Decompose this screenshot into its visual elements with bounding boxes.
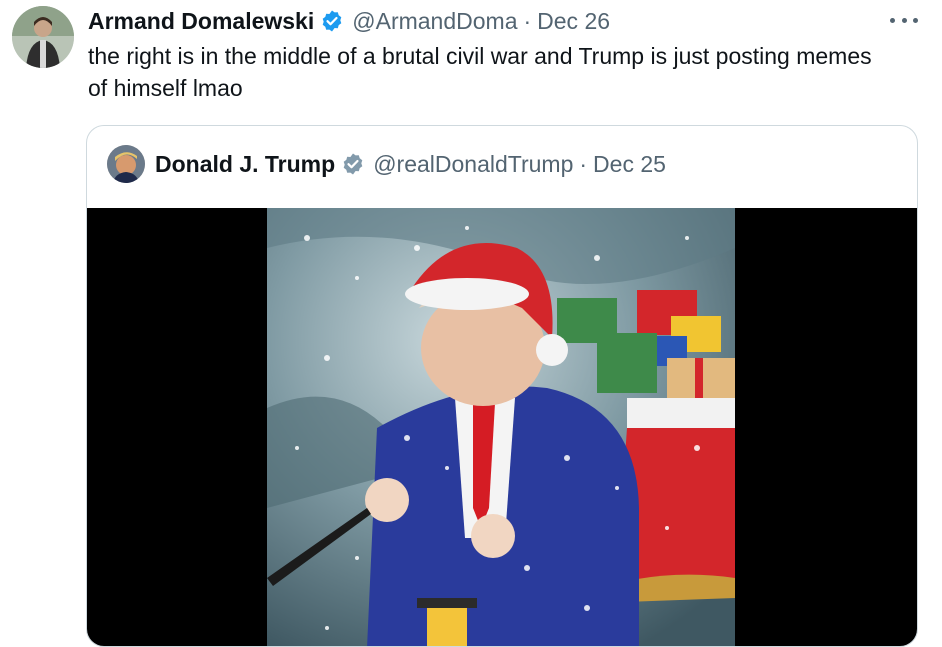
tweet-text: the right is in the middle of a brutal c… (88, 43, 872, 101)
separator-dot: · (523, 7, 532, 34)
quoted-tweet-date: Dec 25 (593, 150, 666, 177)
more-options-icon[interactable] (890, 10, 918, 30)
author-handle[interactable]: @ArmandDoma (352, 8, 517, 35)
more-dot-2 (901, 17, 907, 23)
tweet: Armand Domalewski @ArmandDoma · Dec 26 t… (0, 0, 942, 647)
author-avatar[interactable] (12, 6, 74, 68)
quoted-author-name: Donald J. Trump (155, 150, 336, 177)
more-dot-1 (890, 17, 895, 23)
tweet-date[interactable]: Dec 26 (537, 8, 610, 35)
video-frame (267, 208, 735, 646)
more-dot-3 (913, 17, 918, 23)
quoted-author-avatar (107, 145, 145, 183)
quoted-tweet[interactable]: Donald J. Trump @realDonaldTrump · Dec 2… (86, 125, 918, 647)
tweet-header: Armand Domalewski @ArmandDoma · Dec 26 (88, 6, 610, 36)
quoted-media-video[interactable] (87, 208, 917, 646)
verified-badge-icon[interactable] (320, 9, 344, 33)
gray-verified-badge-icon (341, 152, 365, 176)
quoted-author-handle: @realDonaldTrump (373, 150, 574, 177)
author-name[interactable]: Armand Domalewski (88, 8, 314, 35)
quoted-tweet-header: Donald J. Trump @realDonaldTrump · Dec 2… (107, 144, 666, 184)
quoted-separator-dot: · (579, 150, 588, 177)
